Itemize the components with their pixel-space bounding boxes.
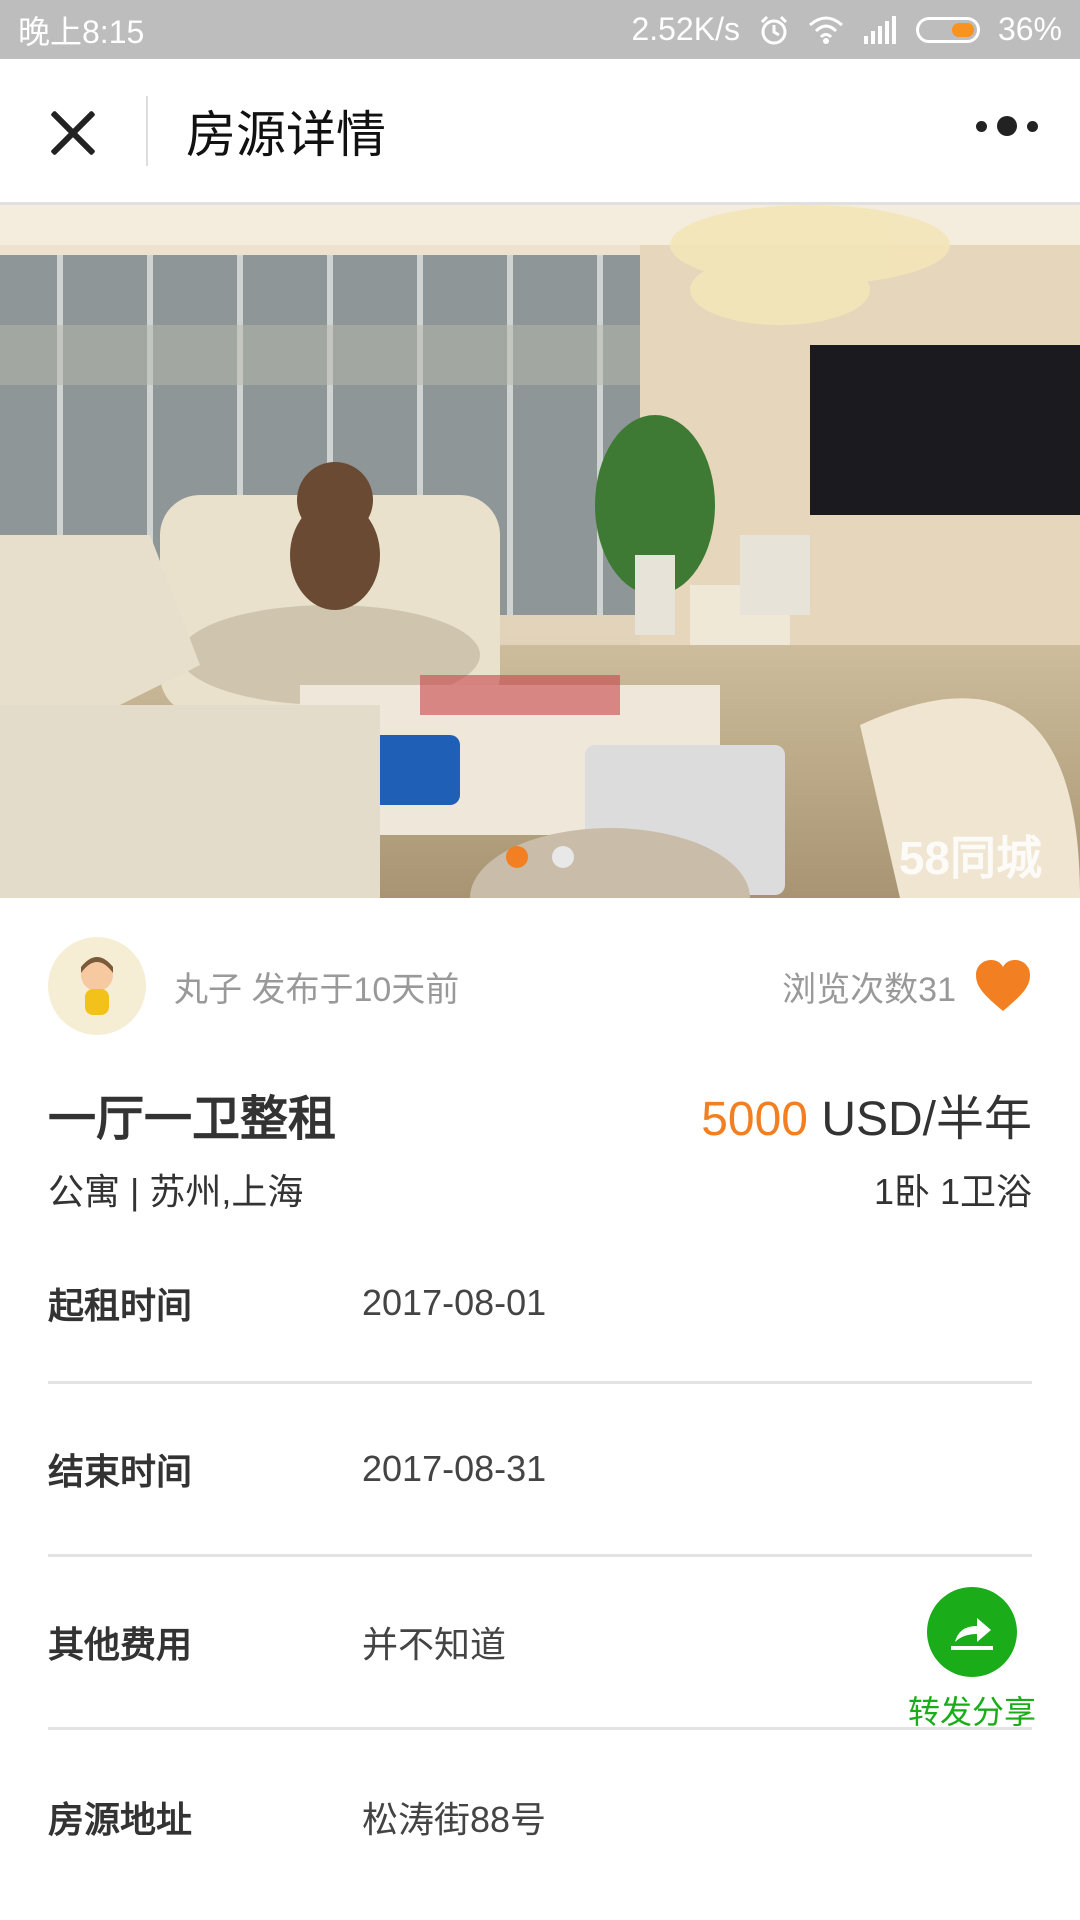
wifi-icon xyxy=(808,16,843,44)
alarm-icon xyxy=(760,15,788,44)
detail-label: 结束时间 xyxy=(48,1451,193,1492)
publisher-name: 丸子 xyxy=(174,970,242,1009)
share-label: 转发分享 xyxy=(907,1694,1036,1730)
close-icon[interactable] xyxy=(42,101,102,161)
title-row: 一厅一卫整租 5000 USD/半年 xyxy=(48,1074,1032,1154)
photo-watermark: 58同城 xyxy=(898,832,1042,884)
detail-value: 并不知道 xyxy=(362,1624,507,1665)
detail-row-address: 房源地址 松涛街88号 xyxy=(48,1730,1032,1903)
more-icon[interactable] xyxy=(976,116,1038,136)
title-divider xyxy=(146,95,148,166)
price-unit: USD/半年 xyxy=(821,1093,1032,1146)
publisher-stats: 浏览次数31 xyxy=(782,898,1032,1074)
title-bar: 房源详情 xyxy=(0,59,1080,205)
price: 5000 USD/半年 xyxy=(701,1079,1032,1149)
publisher-info: 丸子 发布于10天前 xyxy=(174,962,459,1011)
carousel-dot-1[interactable] xyxy=(506,846,528,868)
share-icon[interactable] xyxy=(926,1587,1017,1677)
detail-row-start-date: 起租时间 2017-08-01 xyxy=(48,1224,1032,1384)
share-arrow-glyph xyxy=(950,1618,993,1650)
status-right: 2.52K/s 36% xyxy=(631,11,1062,48)
status-bar: 晚上8:15 2.52K/s 36% xyxy=(0,0,1080,59)
battery-percent: 36% xyxy=(997,11,1062,47)
subtitle-row: 公寓 | 苏州,上海 1卧 1卫浴 xyxy=(48,1154,1032,1224)
page-title: 房源详情 xyxy=(186,106,386,163)
detail-label: 起租时间 xyxy=(48,1284,193,1326)
listing-photo xyxy=(0,205,1080,898)
listing-title: 一厅一卫整租 xyxy=(48,1093,337,1146)
battery-icon xyxy=(915,16,980,43)
share-button[interactable]: 转发分享 xyxy=(908,1587,1036,1733)
publisher-row: 丸子 发布于10天前 浏览次数31 xyxy=(48,898,1032,1074)
listing-content: 丸子 发布于10天前 浏览次数31 一厅一卫整租 5000 USD/半年 公寓 … xyxy=(0,898,1080,1903)
detail-value: 松涛街88号 xyxy=(362,1798,547,1840)
price-amount: 5000 xyxy=(701,1093,808,1146)
listing-rooms: 1卧 1卫浴 xyxy=(873,1171,1032,1212)
detail-label: 其他费用 xyxy=(48,1624,193,1665)
detail-label: 房源地址 xyxy=(48,1798,193,1840)
detail-value: 2017-08-31 xyxy=(362,1448,547,1489)
listing-type-location: 公寓 | 苏州,上海 xyxy=(48,1171,304,1212)
detail-row-other-fees: 其他费用 并不知道 转发分享 xyxy=(48,1557,1036,1730)
detail-row-end-date: 结束时间 2017-08-31 xyxy=(48,1384,1032,1557)
status-time: 晚上8:15 xyxy=(18,13,145,50)
view-count: 浏览次数31 xyxy=(782,970,956,1009)
detail-value: 2017-08-01 xyxy=(362,1281,547,1323)
carousel-dot-2[interactable] xyxy=(552,846,574,868)
signal-icon xyxy=(863,15,896,44)
heart-icon[interactable] xyxy=(974,959,1032,1013)
avatar[interactable] xyxy=(48,937,146,1035)
publish-time: 发布于10天前 xyxy=(251,970,460,1009)
listing-photo-carousel[interactable]: 58同城 xyxy=(0,205,1080,898)
avatar-image xyxy=(81,957,113,1015)
network-speed: 2.52K/s xyxy=(631,11,740,47)
